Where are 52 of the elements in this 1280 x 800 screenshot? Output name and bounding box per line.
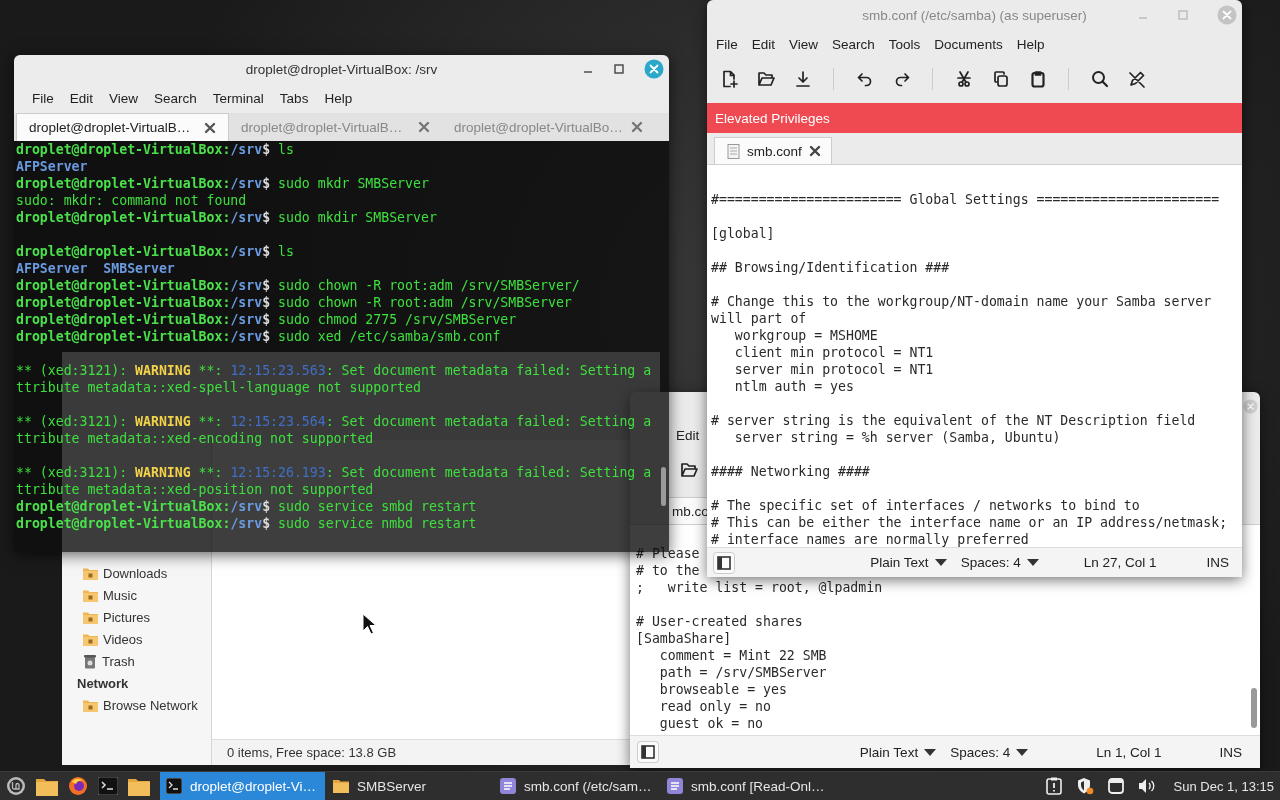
code-line: #======================= Global Settings ======================= xyxy=(711,191,1220,208)
terminal-line: droplet@droplet-VirtualBox:/srv$ sudo mkdir SMBServer xyxy=(16,209,437,226)
sidebar-heading: Network xyxy=(76,674,130,693)
code-line: # server string is the equivalent of the NT Description field xyxy=(711,412,1196,429)
code-line: #### Networking #### xyxy=(711,463,870,480)
code-line: # The specific set of interfaces / networks to bind to xyxy=(711,497,1140,514)
terminal-line: droplet@droplet-VirtualBox:/srv$ sudo chmod 2775 /srv/SMBServer xyxy=(16,311,517,328)
terminal-line: droplet@droplet-VirtualBox:/srv$ ls xyxy=(16,141,294,158)
code-line: client min protocol = NT1 xyxy=(733,344,934,361)
code-line: # interface names are normally preferred xyxy=(711,531,1029,547)
terminal-line: ** (xed:3121): WARNING **: 12:15:23.564: Set document metadata failed: Setting a xyxy=(16,413,652,430)
insert-mode: INS xyxy=(1219,744,1242,760)
code-line: ntlm auth = yes xyxy=(733,378,854,395)
code-line: will part of xyxy=(711,310,807,327)
window-title: droplet@droplet-VirtualBox: /srv xyxy=(245,61,438,77)
code-line: [SambaShare] xyxy=(636,630,732,647)
code-line: server string = %h server (Samba, Ubuntu) xyxy=(733,429,1061,446)
terminal-line: droplet@droplet-VirtualBox:/srv$ sudo chown -R root:adm /srv/SMBServer/ xyxy=(16,277,580,294)
terminal-line: sudo: mkdr: command not found xyxy=(16,192,247,209)
terminal-line: droplet@droplet-VirtualBox:/srv$ sudo xed /etc/samba/smb.conf xyxy=(16,328,501,345)
terminal-line: droplet@droplet-VirtualBox:/srv$ sudo mkdr SMBServer xyxy=(16,175,429,192)
code-line: # This can be either the interface name or an IP address/netmask; xyxy=(711,514,1228,531)
code-line: # Change this to the workgroup/NT-domain name your Samba server xyxy=(711,293,1212,310)
code-line: ; write list = root, @lpadmin xyxy=(636,579,883,596)
window-title: smb.conf (/etc/samba) (as superuser) xyxy=(862,7,1087,23)
terminal-line: droplet@droplet-VirtualBox:/srv$ sudo service smbd restart xyxy=(16,498,477,515)
terminal-line: droplet@droplet-VirtualBox:/srv$ ls xyxy=(16,243,294,260)
code-line: # User-created shares xyxy=(636,613,803,630)
code-line: workgroup = MSHOME xyxy=(733,327,878,344)
terminal-line: ttribute metadata::xed-position not supported xyxy=(16,481,374,498)
code-line: read only = no xyxy=(658,698,771,715)
terminal-line: droplet@droplet-VirtualBox:/srv$ sudo service nmbd restart xyxy=(16,515,477,532)
cursor-position: Ln 27, Col 1 xyxy=(1083,555,1157,570)
terminal-line: droplet@droplet-VirtualBox:/srv$ sudo chown -R root:adm /srv/SMBServer xyxy=(16,294,572,311)
code-line: server min protocol = NT1 xyxy=(733,361,934,378)
insert-mode: INS xyxy=(1206,555,1229,570)
code-line: path = /srv/SMBServer xyxy=(658,664,827,681)
code-line: guest ok = no xyxy=(658,715,764,732)
warning-banner: Elevated Privileges xyxy=(707,103,1242,133)
terminal-line: ** (xed:3121): WARNING **: 12:15:26.193: Set document metadata failed: Setting a xyxy=(16,464,652,481)
terminal-line: ttribute metadata::xed-encoding not supported xyxy=(16,430,374,447)
code-line: browseable = yes xyxy=(658,681,787,698)
code-line: [global] xyxy=(711,225,775,242)
terminal-line: AFPServer xyxy=(16,158,88,175)
code-line: ## Browsing/Identification ### xyxy=(711,259,950,276)
code-line: # to the xyxy=(636,562,700,579)
terminal-line: ** (xed:3121): WARNING **: 12:15:23.563: Set document metadata failed: Setting a xyxy=(16,362,652,379)
code-line: comment = Mint 22 SMB xyxy=(658,647,827,664)
terminal-line: ttribute metadata::xed-spell-language not supported xyxy=(16,379,421,396)
cursor-position: Ln 1, Col 1 xyxy=(1096,744,1162,760)
status-text: 0 items, Free space: 13.8 GB xyxy=(227,745,397,760)
terminal-line: AFPServer SMBServer xyxy=(16,260,175,277)
